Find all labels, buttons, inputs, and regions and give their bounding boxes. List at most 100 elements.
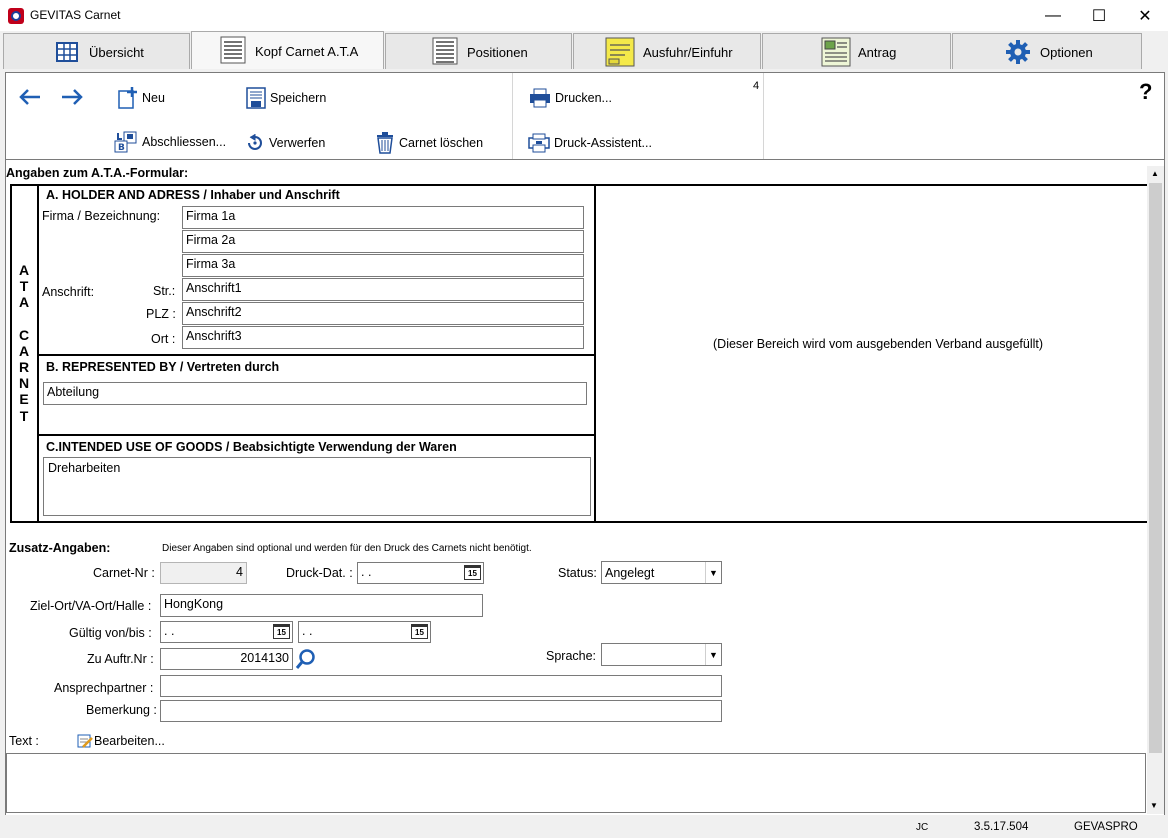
remark-input[interactable] bbox=[160, 700, 722, 722]
maximize-button[interactable]: ☐ bbox=[1076, 0, 1122, 31]
record-count: 4 bbox=[753, 80, 760, 92]
svg-text:B: B bbox=[118, 143, 125, 153]
close-window-button[interactable]: ✕ bbox=[1122, 0, 1168, 31]
contact-input[interactable] bbox=[160, 675, 722, 697]
calendar-icon[interactable]: 15 bbox=[411, 624, 428, 639]
tab-uebersicht[interactable]: Übersicht bbox=[3, 33, 190, 69]
firma-label: Firma / Bezeichnung: bbox=[42, 209, 161, 223]
status-select[interactable]: Angelegt ▼ bbox=[601, 561, 722, 584]
undo-icon bbox=[248, 134, 262, 150]
tab-kopf-carnet[interactable]: Kopf Carnet A.T.A bbox=[191, 31, 384, 69]
extra-title: Zusatz-Angaben: bbox=[9, 541, 111, 555]
save-icon bbox=[246, 87, 266, 109]
notes-icon bbox=[605, 37, 635, 67]
divider bbox=[37, 434, 596, 436]
list-document-icon bbox=[432, 37, 458, 65]
city-input[interactable]: Anschrift3 bbox=[182, 326, 584, 349]
help-button[interactable]: ? bbox=[1139, 79, 1152, 105]
calendar-icon[interactable]: 15 bbox=[273, 624, 290, 639]
status-user: JC bbox=[916, 822, 929, 833]
search-icon[interactable] bbox=[295, 648, 317, 670]
ata-carnet-side-label: A T A C A R N E T bbox=[18, 262, 30, 424]
firma-2-input[interactable]: Firma 2a bbox=[182, 230, 584, 253]
edit-note-icon bbox=[77, 734, 93, 748]
new-button[interactable]: Neu bbox=[118, 87, 165, 109]
valid-to-input[interactable]: . . 15 bbox=[298, 621, 431, 643]
chevron-down-icon[interactable]: ▼ bbox=[705, 562, 721, 583]
valid-label: Gültig von/bis : bbox=[69, 626, 152, 640]
print-date-input[interactable]: . . 15 bbox=[357, 562, 484, 584]
new-document-icon bbox=[118, 87, 137, 109]
table-icon bbox=[56, 42, 78, 62]
status-version: 3.5.17.504 bbox=[974, 821, 1029, 833]
tab-optionen[interactable]: Optionen bbox=[952, 33, 1142, 69]
tab-positionen[interactable]: Positionen bbox=[385, 33, 572, 69]
toolbar-separator bbox=[512, 73, 513, 159]
printer-icon bbox=[530, 88, 550, 108]
firma-1-input[interactable]: Firma 1a bbox=[182, 206, 584, 229]
text-memo[interactable] bbox=[6, 753, 1146, 813]
language-select[interactable]: ▼ bbox=[601, 643, 722, 666]
scrollbar-thumb[interactable] bbox=[1149, 183, 1162, 753]
remark-label: Bemerkung : bbox=[86, 703, 157, 717]
status-label: Status: bbox=[558, 566, 597, 580]
window-title: GEVITAS Carnet bbox=[30, 8, 121, 22]
arrow-right-icon[interactable] bbox=[60, 88, 84, 106]
tab-label: Optionen bbox=[1040, 45, 1093, 60]
print-button[interactable]: Drucken... bbox=[529, 88, 612, 108]
vertical-scrollbar[interactable]: ▲ bbox=[1147, 166, 1164, 814]
scroll-up-icon[interactable]: ▲ bbox=[1151, 169, 1159, 178]
section-b-title: B. REPRESENTED BY / Vertreten durch bbox=[46, 360, 280, 374]
tab-antrag[interactable]: Antrag bbox=[762, 33, 951, 69]
intended-use-textarea[interactable]: Dreharbeiten bbox=[43, 457, 591, 516]
carnet-nr-field: 4 bbox=[160, 562, 247, 584]
divider bbox=[37, 354, 596, 356]
edit-text-button[interactable]: Bearbeiten... bbox=[77, 733, 165, 749]
text-label: Text : bbox=[9, 734, 39, 748]
delete-carnet-button[interactable]: Carnet löschen bbox=[375, 132, 483, 154]
discard-button[interactable]: Verwerfen bbox=[245, 133, 325, 153]
title-bar: GEVITAS Carnet — ☐ ✕ bbox=[0, 0, 1168, 31]
carnet-nr-label: Carnet-Nr : bbox=[93, 566, 155, 580]
form-heading: Angaben zum A.T.A.-Formular: bbox=[6, 166, 189, 180]
calendar-icon[interactable]: 15 bbox=[464, 565, 481, 580]
finish-icon: B bbox=[114, 131, 137, 153]
section-c-title: C.INTENDED USE OF GOODS / Beabsichtigte … bbox=[46, 440, 457, 454]
save-button[interactable]: Speichern bbox=[246, 87, 326, 109]
issuer-note: (Dieser Bereich wird vom ausgebenden Ver… bbox=[713, 337, 1044, 351]
street-input[interactable]: Anschrift1 bbox=[182, 278, 584, 301]
language-label: Sprache: bbox=[546, 649, 597, 663]
gear-icon bbox=[1006, 40, 1030, 64]
scroll-down-icon[interactable]: ▼ bbox=[1150, 801, 1158, 810]
print-wizard-button[interactable]: Druck-Assistent... bbox=[528, 133, 652, 153]
street-label: Str.: bbox=[153, 284, 176, 298]
status-database: GEVASPRO bbox=[1074, 821, 1138, 833]
print-wizard-icon bbox=[528, 133, 550, 153]
tab-label: Übersicht bbox=[89, 45, 144, 60]
document-icon bbox=[220, 36, 246, 64]
section-a-title: A. HOLDER AND ADRESS / Inhaber und Ansch… bbox=[46, 188, 340, 202]
order-nr-input[interactable]: 2014130 bbox=[160, 648, 293, 670]
represented-by-input[interactable]: Abteilung bbox=[43, 382, 587, 405]
chevron-down-icon[interactable]: ▼ bbox=[705, 644, 721, 665]
tab-ausfuhr-einfuhr[interactable]: Ausfuhr/Einfuhr bbox=[573, 33, 761, 69]
tab-label: Ausfuhr/Einfuhr bbox=[643, 45, 733, 60]
zip-input[interactable]: Anschrift2 bbox=[182, 302, 584, 325]
anschrift-label: Anschrift: bbox=[42, 285, 95, 299]
arrow-left-icon[interactable] bbox=[18, 88, 42, 106]
firma-3-input[interactable]: Firma 3a bbox=[182, 254, 584, 277]
extra-note: Dieser Angaben sind optional und werden … bbox=[162, 543, 532, 554]
print-date-label: Druck-Dat. : bbox=[286, 566, 353, 580]
destination-label: Ziel-Ort/VA-Ort/Halle : bbox=[30, 599, 152, 613]
toolbar: Neu Speichern Drucken... 4 ? B Abschlies… bbox=[5, 72, 1165, 160]
destination-input[interactable]: HongKong bbox=[160, 594, 483, 617]
close-out-button[interactable]: B Abschliessen... bbox=[114, 131, 226, 153]
contact-label: Ansprechpartner : bbox=[54, 681, 154, 695]
status-bar: JC 3.5.17.504 GEVASPRO bbox=[0, 815, 1168, 838]
city-label: Ort : bbox=[151, 332, 176, 346]
zip-label: PLZ : bbox=[146, 307, 176, 321]
valid-from-input[interactable]: . . 15 bbox=[160, 621, 293, 643]
tab-label: Antrag bbox=[858, 45, 897, 60]
app-logo-icon bbox=[8, 8, 24, 24]
minimize-button[interactable]: — bbox=[1030, 0, 1076, 31]
